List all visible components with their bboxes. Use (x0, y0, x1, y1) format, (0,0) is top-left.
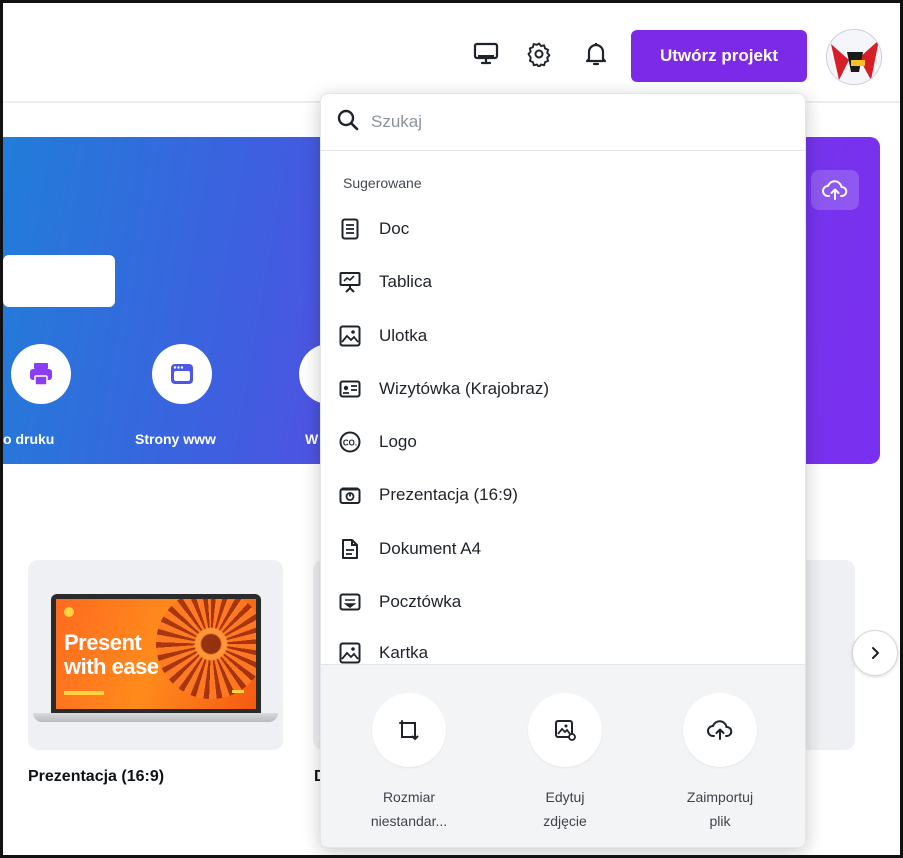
thumbnail-arrow (232, 690, 244, 693)
quick-actions-panel: Rozmiar niestandar... Edytuj zdjęcie Zai… (321, 664, 805, 847)
svg-text:CO.: CO. (343, 439, 357, 448)
upload-file-button[interactable]: Zaimportuj plik (665, 693, 775, 833)
create-design-dropdown: Sugerowane Doc Tablica Ulotka Wizytówka … (320, 93, 806, 848)
suggestion-doc[interactable]: Doc (321, 205, 805, 253)
whiteboard-icon (339, 271, 361, 293)
category-label: Strony www (135, 431, 216, 447)
presentation-icon (339, 484, 361, 506)
banner-search-field[interactable] (3, 255, 115, 307)
search-input[interactable] (371, 112, 771, 132)
create-design-button[interactable]: Utwórz projekt (631, 30, 807, 82)
suggestion-a4-document[interactable]: Dokument A4 (321, 525, 805, 573)
chevron-right-icon (872, 647, 879, 659)
edit-photo-button[interactable]: Edytuj zdjęcie (510, 693, 620, 833)
websites-category-button[interactable] (152, 344, 212, 404)
custom-size-button[interactable]: Rozmiar niestandar... (354, 693, 464, 833)
app-window: Utwórz projekt o druku Strony www W Pres… (0, 0, 903, 858)
dropdown-search-bar (321, 94, 805, 151)
suggestion-business-card[interactable]: Wizytówka (Krajobraz) (321, 365, 805, 413)
desktop-app-icon[interactable] (472, 40, 500, 68)
print-category-button[interactable] (11, 344, 71, 404)
postcard-icon (339, 591, 361, 613)
suggestion-logo[interactable]: CO. Logo (321, 418, 805, 466)
category-label: W (305, 431, 319, 447)
card-title[interactable]: Prezentacja (16:9) (28, 768, 164, 786)
edit-photo-icon (555, 720, 576, 741)
section-title: Sugerowane (343, 175, 422, 191)
third-card-thumbnail[interactable] (803, 560, 855, 750)
card-icon (339, 642, 361, 664)
custom-size-icon (399, 720, 419, 741)
laptop-base (33, 713, 278, 722)
suggestion-flyer[interactable]: Ulotka (321, 312, 805, 360)
bell-icon[interactable] (582, 40, 610, 68)
top-bar: Utwórz projekt (3, 3, 900, 103)
category-label: o druku (3, 431, 55, 447)
burst-graphic (156, 599, 256, 699)
upload-icon (707, 720, 733, 740)
doc-icon (339, 218, 361, 240)
avatar[interactable] (826, 29, 882, 85)
a4-document-icon (339, 538, 361, 560)
suggestion-presentation[interactable]: Prezentacja (16:9) (321, 471, 805, 519)
thumbnail-caption-bar (64, 691, 104, 695)
suggestion-postcard[interactable]: Pocztówka (321, 578, 805, 626)
gear-icon[interactable] (525, 40, 553, 68)
flyer-icon (339, 325, 361, 347)
upload-cloud-icon[interactable] (811, 170, 859, 210)
presentation-card-thumbnail[interactable]: Present with ease (28, 560, 283, 750)
logo-icon: CO. (339, 431, 361, 453)
suggestion-whiteboard[interactable]: Tablica (321, 258, 805, 306)
thumbnail-heading: Present with ease (64, 630, 159, 679)
search-icon (337, 109, 359, 136)
laptop-mockup: Present with ease (51, 594, 261, 714)
logo-dot (64, 607, 74, 617)
business-card-icon (339, 378, 361, 400)
carousel-next-button[interactable] (852, 630, 898, 676)
